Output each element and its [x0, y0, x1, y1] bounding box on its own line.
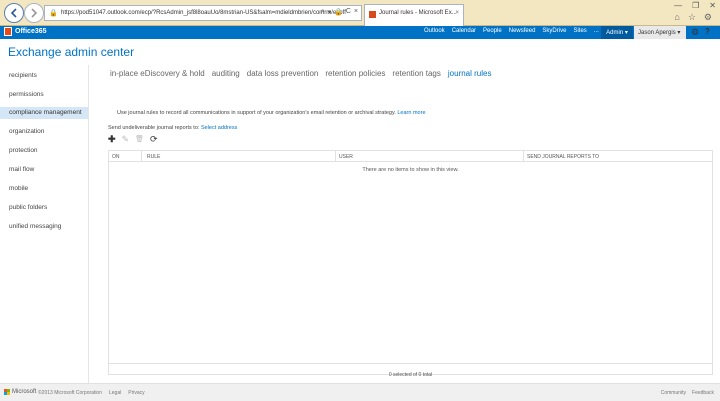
intro-text: Use journal rules to record all communic… — [117, 110, 426, 116]
column-header-on[interactable]: ON — [112, 154, 120, 160]
tab-in-place-ediscovery[interactable]: in-place eDiscovery & hold — [110, 69, 205, 78]
nav-outlook[interactable]: Outlook — [424, 28, 445, 34]
nav-sites[interactable]: Sites — [573, 28, 586, 34]
sidebar-item-unified-messaging[interactable]: unified messaging — [0, 221, 88, 233]
browser-tab-journal-rules[interactable]: Journal rules - Microsoft Ex... × — [364, 4, 464, 26]
compliance-tabs: in-place eDiscovery & hold auditing data… — [110, 69, 491, 78]
office365-label: Office365 — [15, 28, 47, 35]
footer-right-links: Community Feedback — [661, 390, 714, 396]
delete-icon[interactable]: 🗑 — [135, 135, 144, 144]
column-separator — [335, 151, 336, 162]
security-lock-icon[interactable]: 🔒 — [334, 8, 343, 16]
o365-navbar: Office365 Outlook Calendar People Newsfe… — [0, 26, 720, 39]
browser-tools: ⌂ ☆ ⚙ — [674, 12, 712, 23]
microsoft-label: Microsoft — [12, 389, 37, 395]
sidebar-item-public-folders[interactable]: public folders — [0, 202, 88, 214]
microsoft-logo-icon — [4, 389, 10, 395]
sidebar-item-mail-flow[interactable]: mail flow — [0, 164, 88, 176]
tab-retention-tags[interactable]: retention tags — [392, 69, 440, 78]
settings-gear-icon[interactable]: ⚙ — [691, 27, 699, 38]
search-icon[interactable]: ⌕ — [321, 8, 325, 16]
empty-state-message: There are no items to show in this view. — [362, 167, 459, 173]
window-controls: — ❐ ✕ — [674, 1, 716, 10]
selection-count: 0 selected of 0 total — [388, 372, 433, 378]
select-address-link[interactable]: Select address — [201, 125, 237, 131]
dropdown-icon[interactable]: ▾ — [328, 8, 332, 16]
feedback-link[interactable]: Feedback — [692, 390, 714, 396]
admin-menu[interactable]: Admin ▾ — [601, 26, 633, 39]
microsoft-logo: Microsoft — [4, 389, 36, 395]
nav-newsfeed[interactable]: Newsfeed — [509, 28, 536, 34]
nav-people[interactable]: People — [483, 28, 502, 34]
column-header-send-reports-to[interactable]: SEND JOURNAL REPORTS TO — [527, 154, 599, 160]
undeliverable-reports: Send undeliverable journal reports to: S… — [108, 125, 237, 131]
page-title: Exchange admin center — [8, 45, 135, 59]
maximize-icon[interactable]: ❐ — [692, 1, 699, 10]
address-bar-icons: ⌕ ▾ 🔒 C × — [321, 8, 358, 16]
copyright-text: ©2013 Microsoft Corporation — [38, 390, 102, 396]
sidebar-item-permissions[interactable]: permissions — [0, 89, 88, 101]
intro-description: Use journal rules to record all communic… — [117, 110, 396, 116]
nav-more[interactable]: ... — [594, 28, 599, 34]
office-favicon-icon — [369, 11, 376, 18]
footer-left-links: ©2013 Microsoft Corporation Legal Privac… — [38, 390, 145, 396]
column-header-rule[interactable]: RULE — [147, 154, 160, 160]
close-window-icon[interactable]: ✕ — [709, 1, 716, 10]
sidebar-item-mobile[interactable]: mobile — [0, 183, 88, 195]
edit-icon[interactable]: ✎ — [122, 135, 130, 144]
community-link[interactable]: Community — [661, 390, 686, 396]
back-arrow-icon — [10, 8, 17, 18]
undeliverable-label: Send undeliverable journal reports to: — [108, 125, 200, 131]
column-separator — [141, 151, 142, 162]
forward-arrow-icon — [31, 8, 38, 18]
grid-header: ON RULE USER SEND JOURNAL REPORTS TO — [109, 151, 712, 162]
tab-auditing[interactable]: auditing — [212, 69, 240, 78]
sidebar-item-organization[interactable]: organization — [0, 126, 88, 138]
help-icon[interactable]: ? — [705, 27, 710, 36]
sidebar-item-protection[interactable]: protection — [0, 145, 88, 157]
legal-link[interactable]: Legal — [109, 390, 121, 396]
add-icon[interactable]: ✚ — [108, 135, 116, 144]
address-bar[interactable]: 🔒 https://pod51047.outlook.com/ecp/?RcsA… — [44, 5, 362, 21]
journal-rules-grid: ON RULE USER SEND JOURNAL REPORTS TO The… — [108, 150, 713, 375]
sidebar-item-recipients[interactable]: recipients — [0, 70, 88, 82]
o365-nav-links: Outlook Calendar People Newsfeed SkyDriv… — [424, 28, 599, 34]
nav-skydrive[interactable]: SkyDrive — [542, 28, 566, 34]
minimize-icon[interactable]: — — [674, 1, 682, 10]
home-icon[interactable]: ⌂ — [674, 12, 679, 23]
tab-title: Journal rules - Microsoft Ex... — [379, 10, 457, 16]
stop-icon[interactable]: × — [354, 8, 358, 16]
tab-close-icon[interactable]: × — [455, 10, 459, 16]
sidebar: recipients permissions compliance manage… — [0, 65, 88, 383]
favorites-icon[interactable]: ☆ — [688, 12, 696, 23]
office-logo-icon — [4, 27, 12, 36]
grid-toolbar: ✚ ✎ 🗑 ⟳ — [108, 135, 158, 144]
back-button[interactable] — [4, 3, 24, 23]
nav-calendar[interactable]: Calendar — [452, 28, 476, 34]
sidebar-item-compliance-management[interactable]: compliance management — [0, 107, 88, 119]
learn-more-link[interactable]: Learn more — [397, 110, 425, 116]
tools-gear-icon[interactable]: ⚙ — [704, 12, 712, 23]
office365-logo[interactable]: Office365 — [4, 27, 47, 36]
sidebar-divider — [88, 65, 89, 383]
browser-toolbar: 🔒 https://pod51047.outlook.com/ecp/?RcsA… — [0, 0, 720, 26]
forward-button[interactable] — [24, 3, 44, 23]
privacy-link[interactable]: Privacy — [128, 390, 144, 396]
lock-icon: 🔒 — [49, 10, 58, 17]
column-separator — [523, 151, 524, 162]
refresh-icon[interactable]: ⟳ — [150, 135, 158, 144]
tab-journal-rules[interactable]: journal rules — [448, 69, 492, 78]
tab-data-loss-prevention[interactable]: data loss prevention — [247, 69, 319, 78]
url-text: https://pod51047.outlook.com/ecp/?RcsAdm… — [61, 10, 346, 16]
tab-retention-policies[interactable]: retention policies — [325, 69, 385, 78]
user-menu[interactable]: Jason Apergis ▾ — [634, 26, 686, 39]
grid-footer-divider — [109, 363, 712, 364]
page-footer: Microsoft ©2013 Microsoft Corporation Le… — [0, 383, 720, 401]
column-header-user[interactable]: USER — [339, 154, 353, 160]
refresh-icon[interactable]: C — [346, 8, 351, 16]
